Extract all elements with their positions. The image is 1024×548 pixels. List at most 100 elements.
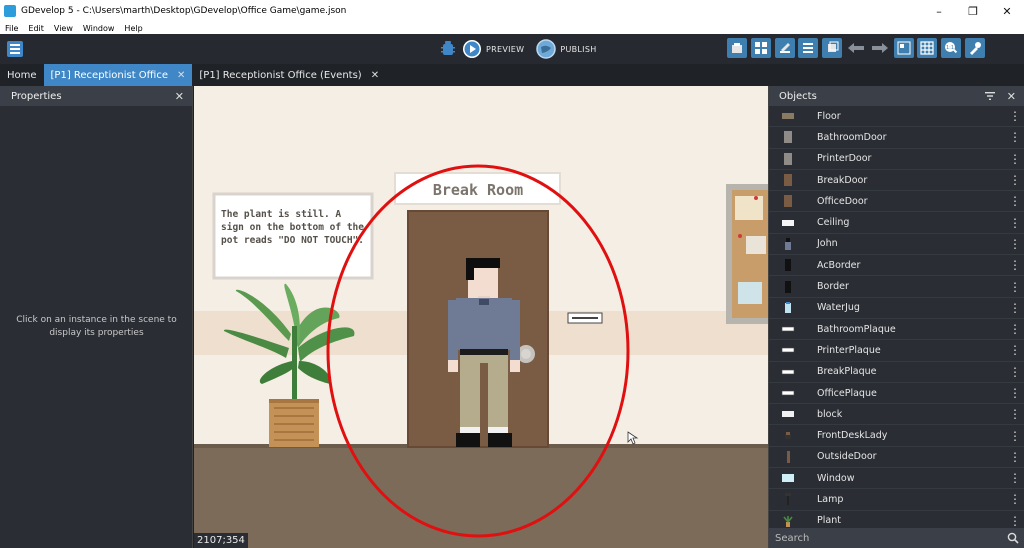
object-groups-icon[interactable]	[750, 38, 771, 58]
menu-file[interactable]: File	[0, 24, 23, 33]
scene-canvas[interactable]: The plant is still. A sign on the bottom…	[194, 86, 768, 548]
tab-receptionist-office-events[interactable]: [P1] Receptionist Office (Events) ✕	[192, 64, 386, 86]
filter-icon[interactable]	[984, 92, 995, 100]
preview-play-icon[interactable]	[462, 39, 482, 59]
close-icon[interactable]: ✕	[371, 70, 379, 81]
object-row-lamp[interactable]: Lamp ⋮	[769, 489, 1024, 511]
zoom-reset-icon[interactable]: 1:1	[941, 38, 962, 58]
break-room-sign-text: Break Room	[433, 181, 523, 199]
scene-settings-icon[interactable]	[964, 38, 985, 58]
object-name: OfficeDoor	[817, 195, 868, 207]
gdevelop-app: GDevelop 5 - C:\Users\marth\Desktop\GDev…	[0, 0, 1024, 548]
objects-search-input[interactable]: Search	[775, 533, 1007, 544]
objects-search-bar[interactable]: Search	[769, 528, 1024, 548]
layers-icon[interactable]	[822, 38, 843, 58]
object-row-border[interactable]: Border ⋮	[769, 276, 1024, 298]
publish-globe-icon[interactable]	[536, 39, 557, 59]
menu-window[interactable]: Window	[78, 24, 120, 33]
object-row-window[interactable]: Window ⋮	[769, 468, 1024, 490]
close-window-button[interactable]: ✕	[990, 0, 1024, 22]
menu-edit[interactable]: Edit	[23, 24, 49, 33]
object-row-outsidedoor[interactable]: OutsideDoor ⋮	[769, 447, 1024, 469]
more-vertical-icon[interactable]: ⋮	[1005, 515, 1024, 527]
properties-header: Properties ✕	[0, 86, 192, 106]
object-thumbnail-icon	[784, 152, 792, 165]
instances-list-icon[interactable]	[798, 38, 819, 58]
more-vertical-icon[interactable]: ⋮	[1005, 387, 1024, 399]
editor-tools: 1:1	[727, 38, 989, 58]
objects-title: Objects	[779, 90, 817, 102]
object-thumbnail-icon	[787, 450, 790, 463]
plant-note-text: The plant is still. A sign on the bottom…	[221, 209, 364, 246]
properties-empty-message: Click on an instance in the scene to dis…	[16, 315, 177, 338]
object-thumbnail-icon	[784, 174, 792, 187]
object-row-ceiling[interactable]: Ceiling ⋮	[769, 212, 1024, 234]
tab-receptionist-office[interactable]: [P1] Receptionist Office ✕	[43, 64, 193, 86]
more-vertical-icon[interactable]: ⋮	[1005, 217, 1024, 229]
object-row-bathroomdoor[interactable]: BathroomDoor ⋮	[769, 127, 1024, 149]
objects-panel: Objects ✕ Floor ⋮ BathroomDoor ⋮ PrinterDoor…	[768, 86, 1024, 548]
more-vertical-icon[interactable]: ⋮	[1005, 195, 1024, 207]
window-title: GDevelop 5 - C:\Users\marth\Desktop\GDev…	[21, 6, 347, 16]
svg-text:1:1: 1:1	[946, 45, 954, 51]
redo-icon[interactable]	[870, 38, 890, 58]
undo-icon[interactable]	[846, 38, 866, 58]
more-vertical-icon[interactable]: ⋮	[1005, 281, 1024, 293]
more-vertical-icon[interactable]: ⋮	[1005, 302, 1024, 314]
object-thumbnail-icon	[781, 369, 795, 375]
object-row-printerdoor[interactable]: PrinterDoor ⋮	[769, 149, 1024, 170]
object-row-printerplaque[interactable]: PrinterPlaque ⋮	[769, 340, 1024, 362]
object-row-breakdoor[interactable]: BreakDoor ⋮	[769, 170, 1024, 192]
more-vertical-icon[interactable]: ⋮	[1005, 472, 1024, 484]
object-row-officeplaque[interactable]: OfficePlaque ⋮	[769, 383, 1024, 405]
more-vertical-icon[interactable]: ⋮	[1005, 131, 1024, 143]
break-plaque	[567, 312, 603, 324]
minimize-button[interactable]: –	[922, 0, 956, 22]
menu-view[interactable]: View	[49, 24, 78, 33]
object-name: OfficePlaque	[817, 387, 877, 399]
menu-help[interactable]: Help	[119, 24, 147, 33]
object-row-john[interactable]: John ⋮	[769, 234, 1024, 256]
object-row-block[interactable]: block ⋮	[769, 404, 1024, 426]
grid-window-icon[interactable]	[893, 38, 914, 58]
more-vertical-icon[interactable]: ⋮	[1005, 493, 1024, 505]
preview-button[interactable]: PREVIEW	[486, 45, 524, 54]
main-toolbar: PREVIEW PUBLISH 1:1	[0, 34, 1024, 64]
object-row-officedoor[interactable]: OfficeDoor ⋮	[769, 191, 1024, 213]
more-vertical-icon[interactable]: ⋮	[1005, 451, 1024, 463]
object-thumbnail-icon	[781, 348, 795, 353]
grid-toggle-icon[interactable]	[917, 38, 938, 58]
object-row-acborder[interactable]: AcBorder ⋮	[769, 255, 1024, 277]
floor	[194, 447, 768, 548]
close-icon[interactable]: ✕	[175, 90, 184, 103]
object-row-bathroomplaque[interactable]: BathroomPlaque ⋮	[769, 319, 1024, 341]
more-vertical-icon[interactable]: ⋮	[1005, 174, 1024, 186]
object-thumbnail-icon	[782, 411, 794, 418]
more-vertical-icon[interactable]: ⋮	[1005, 408, 1024, 420]
more-vertical-icon[interactable]: ⋮	[1005, 344, 1024, 356]
object-name: Window	[817, 472, 855, 484]
debugger-icon[interactable]	[438, 39, 458, 59]
more-vertical-icon[interactable]: ⋮	[1005, 238, 1024, 250]
more-vertical-icon[interactable]: ⋮	[1005, 259, 1024, 271]
object-row-frontdesklady[interactable]: FrontDeskLady ⋮	[769, 425, 1024, 447]
more-vertical-icon[interactable]: ⋮	[1005, 110, 1024, 122]
object-row-floor[interactable]: Floor ⋮	[769, 106, 1024, 128]
maximize-button[interactable]: ❐	[956, 0, 990, 22]
more-vertical-icon[interactable]: ⋮	[1005, 323, 1024, 335]
properties-edit-icon[interactable]	[774, 38, 795, 58]
cursor-coordinates: 2107;354	[194, 533, 248, 548]
more-vertical-icon[interactable]: ⋮	[1005, 366, 1024, 378]
objects-panel-toggle-icon[interactable]	[727, 38, 747, 58]
object-thumbnail-icon	[785, 493, 791, 506]
close-icon[interactable]: ✕	[177, 70, 185, 81]
break-room-sign: Break Room	[394, 172, 561, 205]
object-row-waterjug[interactable]: WaterJug ⋮	[769, 298, 1024, 319]
more-vertical-icon[interactable]: ⋮	[1005, 153, 1024, 165]
publish-button[interactable]: PUBLISH	[560, 45, 596, 54]
more-vertical-icon[interactable]: ⋮	[1005, 430, 1024, 442]
project-manager-icon[interactable]	[5, 39, 25, 59]
close-icon[interactable]: ✕	[1007, 90, 1016, 103]
object-row-breakplaque[interactable]: BreakPlaque ⋮	[769, 362, 1024, 383]
tab-home[interactable]: Home	[0, 64, 44, 86]
